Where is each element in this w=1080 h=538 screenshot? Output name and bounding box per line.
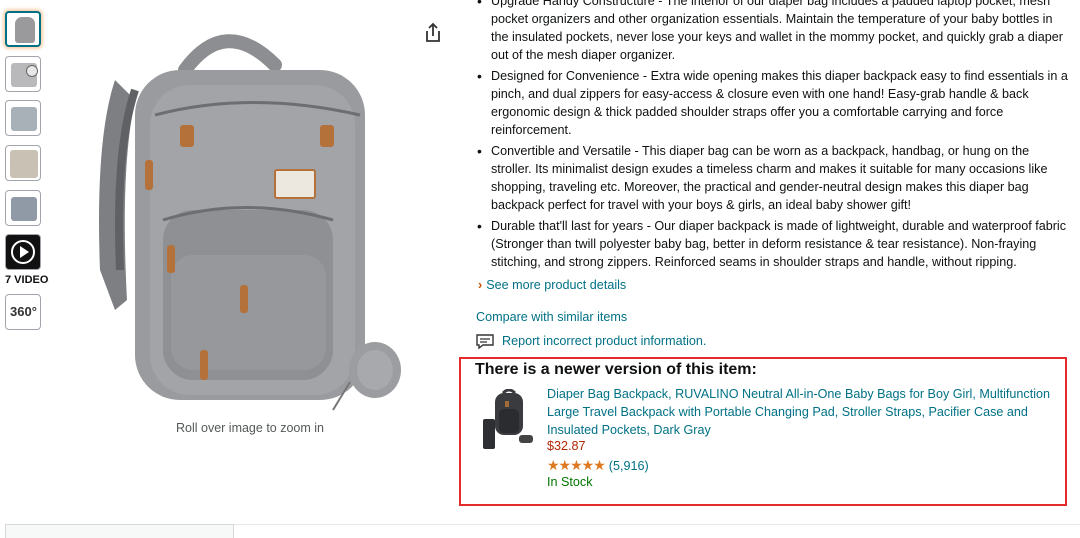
- thumbnail-image: [11, 197, 37, 221]
- feature-bullets: Upgrade Handy Constructure - The interio…: [476, 0, 1072, 274]
- share-icon[interactable]: [423, 22, 443, 44]
- zoom-hint: Roll over image to zoom in: [176, 421, 324, 435]
- bottom-tab[interactable]: [5, 524, 234, 538]
- stock-status: In Stock: [547, 475, 593, 489]
- thumbnail-video[interactable]: [5, 234, 41, 270]
- rating-count[interactable]: (5,916): [609, 459, 649, 473]
- video-count-label[interactable]: 7 VIDEOS: [5, 274, 49, 286]
- see-more-link[interactable]: › See more product details: [478, 278, 626, 292]
- thumbnail-backpack-image: [15, 17, 35, 43]
- see-more-label: See more product details: [486, 278, 627, 292]
- newer-product-rating[interactable]: ★★★★★ (5,916): [547, 457, 649, 474]
- chevron-right-icon: ›: [478, 278, 483, 292]
- thumbnail-3[interactable]: [5, 100, 41, 136]
- play-triangle: [20, 246, 29, 258]
- feature-bullet: Upgrade Handy Constructure - The interio…: [476, 0, 1072, 64]
- report-icon: [476, 334, 494, 350]
- main-product-image[interactable]: [75, 20, 405, 420]
- newer-product-price: $32.87: [547, 439, 586, 453]
- newer-product-image[interactable]: [481, 389, 537, 451]
- thumbnail-1[interactable]: [5, 11, 41, 47]
- star-icon: ★★★★★: [547, 457, 606, 473]
- three-sixty-label: 360°: [10, 304, 37, 319]
- thumbnail-5[interactable]: [5, 190, 41, 226]
- thumbnail-image: [26, 65, 38, 77]
- thumbnail-2[interactable]: [5, 56, 41, 92]
- report-label: Report incorrect product information.: [502, 334, 707, 348]
- thumbnail-image: [10, 150, 38, 178]
- thumbnail-4[interactable]: [5, 145, 41, 181]
- report-link[interactable]: Report incorrect product information.: [476, 334, 707, 350]
- feature-bullet: Durable that'll last for years - Our dia…: [476, 217, 1072, 271]
- newer-product-link[interactable]: Diaper Bag Backpack, RUVALINO Neutral Al…: [547, 385, 1059, 439]
- thumbnail-image: [11, 107, 37, 131]
- newer-version-title: There is a newer version of this item:: [475, 361, 757, 378]
- feature-bullet: Designed for Convenience - Extra wide op…: [476, 67, 1072, 139]
- feature-bullet: Convertible and Versatile - This diaper …: [476, 142, 1072, 214]
- compare-link[interactable]: Compare with similar items: [476, 310, 627, 324]
- rotate-360-icon[interactable]: 360°: [5, 294, 41, 330]
